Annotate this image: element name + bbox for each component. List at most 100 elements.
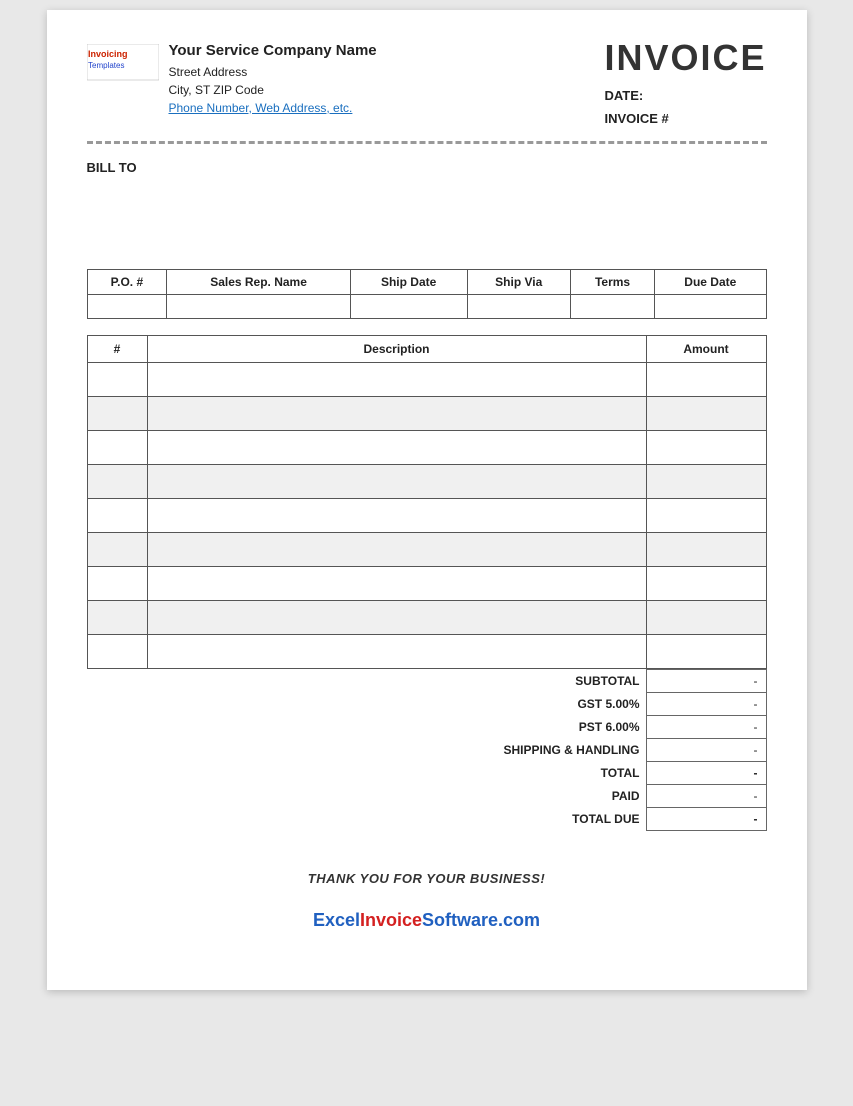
footer-excel: Excel bbox=[313, 910, 360, 930]
item-num-6[interactable] bbox=[87, 532, 147, 566]
company-info: Your Service Company Name Street Address… bbox=[169, 40, 377, 117]
col-sales-rep: Sales Rep. Name bbox=[167, 269, 350, 294]
bill-to-content[interactable] bbox=[87, 179, 767, 239]
info-table: P.O. # Sales Rep. Name Ship Date Ship Vi… bbox=[87, 269, 767, 319]
item-desc-8[interactable] bbox=[147, 600, 646, 634]
header-divider bbox=[87, 141, 767, 144]
bill-to-section: BILL TO bbox=[87, 160, 767, 239]
item-amount-9[interactable] bbox=[646, 634, 766, 668]
col-num: # bbox=[87, 335, 147, 362]
shipping-label: SHIPPING & HANDLING bbox=[427, 738, 647, 761]
item-num-2[interactable] bbox=[87, 396, 147, 430]
paid-row: PAID - bbox=[427, 784, 767, 807]
summary-table: SUBTOTAL - GST 5.00% - PST 6.00% - SHIPP… bbox=[427, 669, 767, 831]
table-row bbox=[87, 532, 766, 566]
item-num-1[interactable] bbox=[87, 362, 147, 396]
table-row bbox=[87, 634, 766, 668]
street-address: Street Address bbox=[169, 63, 377, 81]
ship-date-value[interactable] bbox=[350, 294, 467, 318]
item-amount-5[interactable] bbox=[646, 498, 766, 532]
table-row bbox=[87, 396, 766, 430]
table-row bbox=[87, 498, 766, 532]
invoice-num-label: INVOICE # bbox=[604, 107, 766, 130]
item-desc-1[interactable] bbox=[147, 362, 646, 396]
item-desc-7[interactable] bbox=[147, 566, 646, 600]
table-row bbox=[87, 600, 766, 634]
table-row bbox=[87, 430, 766, 464]
company-name: Your Service Company Name bbox=[169, 40, 377, 63]
total-row: TOTAL - bbox=[427, 761, 767, 784]
total-due-row: TOTAL DUE - bbox=[427, 807, 767, 830]
info-row bbox=[87, 294, 766, 318]
item-num-9[interactable] bbox=[87, 634, 147, 668]
col-amount: Amount bbox=[646, 335, 766, 362]
invoice-meta: DATE: INVOICE # bbox=[604, 84, 766, 131]
logo: Invoicing Templates bbox=[87, 44, 159, 80]
date-label: DATE: bbox=[604, 84, 766, 107]
total-due-value[interactable]: - bbox=[646, 807, 766, 830]
item-num-4[interactable] bbox=[87, 464, 147, 498]
item-desc-3[interactable] bbox=[147, 430, 646, 464]
subtotal-value[interactable]: - bbox=[646, 669, 766, 692]
item-amount-2[interactable] bbox=[646, 396, 766, 430]
item-amount-4[interactable] bbox=[646, 464, 766, 498]
terms-value[interactable] bbox=[570, 294, 654, 318]
gst-row: GST 5.00% - bbox=[427, 692, 767, 715]
item-amount-8[interactable] bbox=[646, 600, 766, 634]
invoice-title: INVOICE bbox=[604, 40, 766, 76]
item-amount-1[interactable] bbox=[646, 362, 766, 396]
item-amount-3[interactable] bbox=[646, 430, 766, 464]
svg-text:Invoicing: Invoicing bbox=[88, 49, 128, 59]
city-state-zip: City, ST ZIP Code bbox=[169, 81, 377, 99]
col-terms: Terms bbox=[570, 269, 654, 294]
item-desc-9[interactable] bbox=[147, 634, 646, 668]
col-description: Description bbox=[147, 335, 646, 362]
footer-watermark: ExcelInvoiceSoftware.com bbox=[87, 910, 767, 931]
bill-to-label: BILL TO bbox=[87, 160, 767, 175]
sales-rep-value[interactable] bbox=[167, 294, 350, 318]
due-date-value[interactable] bbox=[655, 294, 766, 318]
footer-software: Software.com bbox=[422, 910, 540, 930]
total-due-label: TOTAL DUE bbox=[427, 807, 647, 830]
item-num-8[interactable] bbox=[87, 600, 147, 634]
item-num-5[interactable] bbox=[87, 498, 147, 532]
shipping-value[interactable]: - bbox=[646, 738, 766, 761]
subtotal-row: SUBTOTAL - bbox=[427, 669, 767, 692]
gst-value[interactable]: - bbox=[646, 692, 766, 715]
total-label: TOTAL bbox=[427, 761, 647, 784]
col-ship-date: Ship Date bbox=[350, 269, 467, 294]
item-desc-5[interactable] bbox=[147, 498, 646, 532]
item-desc-2[interactable] bbox=[147, 396, 646, 430]
contact-link[interactable]: Phone Number, Web Address, etc. bbox=[169, 101, 353, 115]
item-amount-7[interactable] bbox=[646, 566, 766, 600]
invoice-header: Invoicing Templates Your Service Company… bbox=[87, 40, 767, 131]
col-ship-via: Ship Via bbox=[467, 269, 570, 294]
item-desc-4[interactable] bbox=[147, 464, 646, 498]
col-po: P.O. # bbox=[87, 269, 167, 294]
invoice-title-section: INVOICE DATE: INVOICE # bbox=[604, 40, 766, 131]
pst-row: PST 6.00% - bbox=[427, 715, 767, 738]
item-amount-6[interactable] bbox=[646, 532, 766, 566]
shipping-row: SHIPPING & HANDLING - bbox=[427, 738, 767, 761]
ship-via-value[interactable] bbox=[467, 294, 570, 318]
item-desc-6[interactable] bbox=[147, 532, 646, 566]
paid-value[interactable]: - bbox=[646, 784, 766, 807]
summary-section: SUBTOTAL - GST 5.00% - PST 6.00% - SHIPP… bbox=[87, 669, 767, 831]
table-row bbox=[87, 464, 766, 498]
company-section: Invoicing Templates Your Service Company… bbox=[87, 40, 377, 117]
pst-value[interactable]: - bbox=[646, 715, 766, 738]
total-value[interactable]: - bbox=[646, 761, 766, 784]
gst-label: GST 5.00% bbox=[427, 692, 647, 715]
table-row bbox=[87, 566, 766, 600]
item-num-7[interactable] bbox=[87, 566, 147, 600]
svg-text:Templates: Templates bbox=[88, 61, 124, 70]
items-table: # Description Amount bbox=[87, 335, 767, 669]
item-num-3[interactable] bbox=[87, 430, 147, 464]
footer-invoice: Invoice bbox=[360, 910, 422, 930]
pst-label: PST 6.00% bbox=[427, 715, 647, 738]
po-value[interactable] bbox=[87, 294, 167, 318]
table-row bbox=[87, 362, 766, 396]
thank-you-message: THANK YOU FOR YOUR BUSINESS! bbox=[87, 871, 767, 886]
subtotal-label: SUBTOTAL bbox=[427, 669, 647, 692]
invoice-page: Invoicing Templates Your Service Company… bbox=[47, 10, 807, 990]
